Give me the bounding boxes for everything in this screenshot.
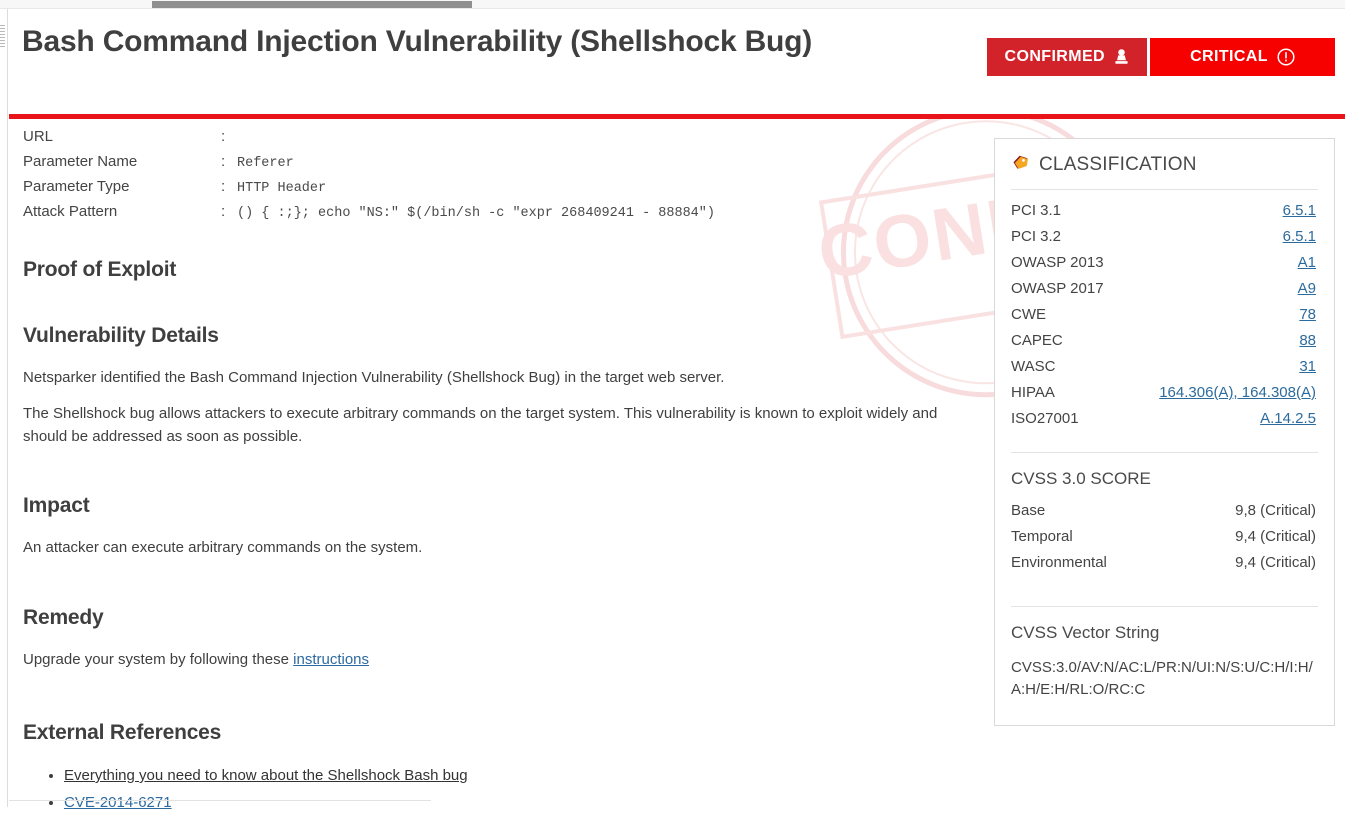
cvss-value: 9,4 (Critical) bbox=[1235, 554, 1316, 571]
classification-value-link[interactable]: A.14.2.5 bbox=[1260, 410, 1316, 427]
panel-divider bbox=[1011, 452, 1318, 453]
reference-link-cve[interactable]: CVE-2014-6271 bbox=[64, 794, 172, 811]
vulnerability-details-table: URL : Parameter Name : Referer Parameter… bbox=[23, 128, 989, 228]
classification-row-cwe: CWE 78 bbox=[1011, 306, 1316, 332]
page-title: Bash Command Injection Vulnerability (Sh… bbox=[22, 25, 813, 58]
tag-icon bbox=[1011, 153, 1030, 177]
classification-row-pci-3-1: PCI 3.1 6.5.1 bbox=[1011, 202, 1316, 228]
detail-label-attack-pattern: Attack Pattern bbox=[23, 203, 118, 220]
classification-value-link[interactable]: 164.306(A), 164.308(A) bbox=[1159, 384, 1316, 401]
classification-row-wasc: WASC 31 bbox=[1011, 358, 1316, 384]
status-badge-critical[interactable]: CRITICAL bbox=[1150, 38, 1335, 76]
detail-label-parameter-name: Parameter Name bbox=[23, 153, 138, 170]
classification-value-link[interactable]: 6.5.1 bbox=[1283, 228, 1316, 245]
classification-value-link[interactable]: 88 bbox=[1299, 332, 1316, 349]
classification-rows: PCI 3.1 6.5.1 PCI 3.2 6.5.1 OWASP 2013 A… bbox=[995, 190, 1334, 436]
confirmed-badge-label: CONFIRMED bbox=[1004, 48, 1105, 65]
heading-external-references: External References bbox=[23, 721, 222, 744]
cvss-vector-section: CVSS Vector String CVSS:3.0/AV:N/AC:L/PR… bbox=[995, 623, 1334, 701]
detail-label-parameter-type: Parameter Type bbox=[23, 178, 130, 195]
reference-link-shellshock-overview[interactable]: Everything you need to know about the Sh… bbox=[64, 767, 468, 784]
status-badge-confirmed[interactable]: CONFIRMED bbox=[986, 38, 1147, 76]
classification-value-link[interactable]: 31 bbox=[1299, 358, 1316, 375]
detail-separator: : bbox=[221, 178, 226, 195]
report-body: URL : Parameter Name : Referer Parameter… bbox=[9, 128, 989, 816]
list-item: CVE-2014-6271 bbox=[64, 789, 989, 816]
left-edge-rail bbox=[0, 9, 8, 807]
classification-label: PCI 3.2 bbox=[1011, 228, 1062, 245]
horizontal-scrollbar[interactable] bbox=[0, 0, 1345, 9]
vulnerability-details-paragraph-2: The Shellshock bug allows attackers to e… bbox=[23, 405, 938, 445]
classification-row-hipaa: HIPAA 164.306(A), 164.308(A) bbox=[1011, 384, 1316, 410]
detail-separator: : bbox=[221, 153, 226, 170]
classification-row-iso27001: ISO27001 A.14.2.5 bbox=[1011, 410, 1316, 436]
classification-panel-title: CLASSIFICATION bbox=[1039, 154, 1197, 175]
impact-paragraph: An attacker can execute arbitrary comman… bbox=[23, 539, 423, 556]
classification-panel: CLASSIFICATION PCI 3.1 6.5.1 PCI 3.2 6.5… bbox=[994, 138, 1335, 726]
classification-value-link[interactable]: A1 bbox=[1298, 254, 1316, 271]
cvss-vector-title: CVSS Vector String bbox=[1011, 623, 1160, 642]
classification-row-owasp-2017: OWASP 2017 A9 bbox=[1011, 280, 1316, 306]
cvss-label: Environmental bbox=[1011, 554, 1107, 571]
status-badge-group: CONFIRMED CRITICAL bbox=[986, 38, 1335, 76]
classification-label: ISO27001 bbox=[1011, 410, 1079, 427]
classification-label: PCI 3.1 bbox=[1011, 202, 1062, 219]
detail-label-url: URL bbox=[23, 128, 54, 145]
classification-label: WASC bbox=[1011, 358, 1056, 375]
heading-impact: Impact bbox=[23, 494, 90, 517]
classification-label: CWE bbox=[1011, 306, 1046, 323]
header-accent-rule bbox=[9, 114, 1345, 119]
report-header: Bash Command Injection Vulnerability (Sh… bbox=[9, 9, 1345, 117]
cvss-score-section: CVSS 3.0 SCORE Base 9,8 (Critical) Tempo… bbox=[995, 469, 1334, 580]
detail-separator: : bbox=[221, 203, 226, 220]
classification-value-link[interactable]: 78 bbox=[1299, 306, 1316, 323]
cvss-label: Base bbox=[1011, 502, 1046, 519]
classification-row-owasp-2013: OWASP 2013 A1 bbox=[1011, 254, 1316, 280]
critical-badge-label: CRITICAL bbox=[1190, 48, 1268, 65]
external-references-list: Everything you need to know about the Sh… bbox=[64, 762, 989, 816]
drag-grip-icon[interactable] bbox=[0, 25, 5, 47]
table-row: Parameter Type : HTTP Header bbox=[23, 178, 989, 203]
remedy-instructions-link[interactable]: instructions bbox=[293, 651, 369, 668]
classification-value-link[interactable]: A9 bbox=[1298, 280, 1316, 297]
vulnerability-details-paragraph-1: Netsparker identified the Bash Command I… bbox=[23, 369, 725, 386]
remedy-text: Upgrade your system by following these bbox=[23, 651, 294, 668]
classification-value-link[interactable]: 6.5.1 bbox=[1283, 202, 1316, 219]
table-row: URL : bbox=[23, 128, 989, 153]
bottom-divider bbox=[9, 800, 431, 801]
detail-value-parameter-name: Referer bbox=[237, 156, 294, 171]
heading-remedy: Remedy bbox=[23, 606, 104, 629]
classification-label: HIPAA bbox=[1011, 384, 1055, 401]
stamp-icon bbox=[1114, 49, 1129, 65]
classification-panel-header: CLASSIFICATION bbox=[995, 139, 1334, 177]
cvss-label: Temporal bbox=[1011, 528, 1073, 545]
classification-row-pci-3-2: PCI 3.2 6.5.1 bbox=[1011, 228, 1316, 254]
cvss-value: 9,4 (Critical) bbox=[1235, 528, 1316, 545]
exclamation-circle-icon bbox=[1277, 48, 1295, 66]
classification-label: OWASP 2017 bbox=[1011, 280, 1104, 297]
cvss-value: 9,8 (Critical) bbox=[1235, 502, 1316, 519]
heading-proof-of-exploit: Proof of Exploit bbox=[23, 258, 177, 281]
classification-row-capec: CAPEC 88 bbox=[1011, 332, 1316, 358]
cvss-row-base: Base 9,8 (Critical) bbox=[1011, 502, 1316, 528]
heading-vulnerability-details: Vulnerability Details bbox=[23, 324, 219, 347]
detail-value-parameter-type: HTTP Header bbox=[237, 181, 327, 196]
cvss-row-temporal: Temporal 9,4 (Critical) bbox=[1011, 528, 1316, 554]
list-item: Everything you need to know about the Sh… bbox=[64, 762, 989, 789]
classification-label: OWASP 2013 bbox=[1011, 254, 1104, 271]
detail-value-attack-pattern: () { :;}; echo "NS:" $(/bin/sh -c "expr … bbox=[237, 206, 715, 221]
detail-separator: : bbox=[221, 128, 226, 145]
cvss-row-environmental: Environmental 9,4 (Critical) bbox=[1011, 554, 1316, 580]
classification-label: CAPEC bbox=[1011, 332, 1063, 349]
table-row: Attack Pattern : () { :;}; echo "NS:" $(… bbox=[23, 203, 989, 228]
remedy-paragraph: Upgrade your system by following these i… bbox=[23, 648, 968, 671]
scrollbar-thumb[interactable] bbox=[152, 1, 472, 8]
panel-divider bbox=[1011, 606, 1318, 607]
cvss-vector-value: CVSS:3.0/AV:N/AC:L/PR:N/UI:N/S:U/C:H/I:H… bbox=[1011, 659, 1313, 698]
cvss-score-title: CVSS 3.0 SCORE bbox=[1011, 469, 1151, 488]
table-row: Parameter Name : Referer bbox=[23, 153, 989, 178]
